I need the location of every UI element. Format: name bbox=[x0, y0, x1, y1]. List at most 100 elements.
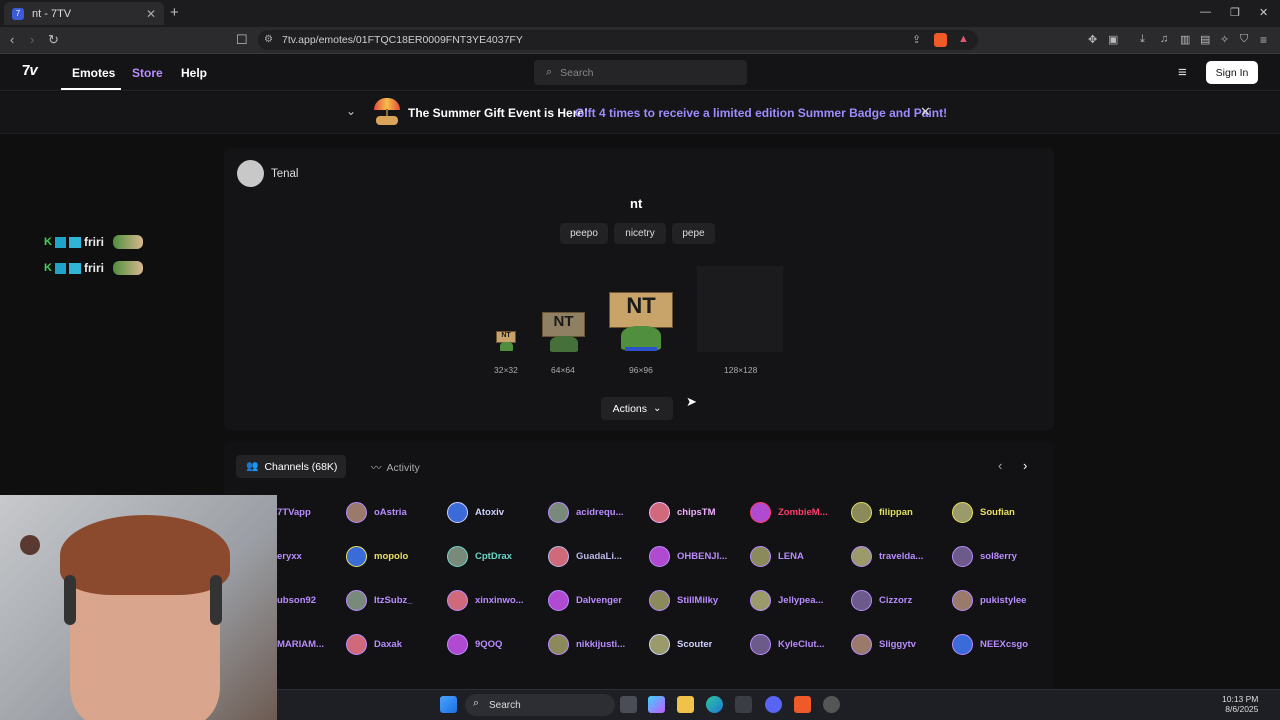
channel-item[interactable]: Jellypea... bbox=[750, 588, 850, 612]
activity-icon: 〰 bbox=[371, 462, 382, 474]
channel-name: StillMilky bbox=[677, 594, 719, 606]
channel-item[interactable]: LENA bbox=[750, 544, 850, 568]
screenshot-icon[interactable]: ▣ bbox=[1108, 33, 1118, 46]
tab-channels[interactable]: 👥 Channels (68K) bbox=[236, 455, 346, 478]
emote-preview-96[interactable]: NT bbox=[609, 292, 673, 352]
channel-item[interactable]: OHBENJI... bbox=[649, 544, 749, 568]
channel-avatar bbox=[750, 501, 771, 523]
nav-store[interactable]: Store bbox=[132, 66, 163, 80]
channel-name: mopolo bbox=[374, 550, 409, 562]
sign-in-button[interactable]: Sign In bbox=[1206, 61, 1258, 84]
owner-name[interactable]: Tenal bbox=[271, 168, 299, 180]
banner-link[interactable]: Gift 4 times to receive a limited editio… bbox=[575, 106, 947, 120]
channel-item[interactable]: acidrequ... bbox=[548, 500, 648, 524]
7tv-logo[interactable]: 7v bbox=[22, 62, 38, 79]
forward-icon[interactable]: › bbox=[30, 32, 34, 47]
hamburger-menu-icon[interactable]: ≡ bbox=[1178, 64, 1187, 81]
nt-sign: NT bbox=[542, 312, 585, 337]
channel-item[interactable]: travelda... bbox=[851, 544, 951, 568]
channel-item[interactable]: mopolo bbox=[346, 544, 446, 568]
close-window-icon[interactable]: ✕ bbox=[1259, 6, 1268, 19]
channel-item[interactable]: StillMilky bbox=[649, 588, 749, 612]
channel-item[interactable]: Daxak bbox=[346, 632, 446, 656]
sidebar-toggle-icon[interactable]: ▥ bbox=[1180, 33, 1190, 46]
channel-item[interactable]: Scouter bbox=[649, 632, 749, 656]
brave-shield-icon[interactable] bbox=[934, 33, 947, 47]
taskbar-clock[interactable]: 10:13 PM 8/6/2025 bbox=[1222, 694, 1258, 714]
emote-preview-32[interactable]: NT bbox=[496, 331, 516, 351]
reload-icon[interactable]: ↻ bbox=[48, 32, 59, 48]
channel-item[interactable]: 9QOQ bbox=[447, 632, 547, 656]
owner-avatar[interactable] bbox=[237, 160, 264, 187]
channel-name: NEEXcsgo bbox=[980, 638, 1029, 650]
new-tab-button[interactable]: + bbox=[170, 4, 179, 21]
windows-start-icon[interactable] bbox=[440, 696, 457, 713]
channel-item[interactable]: sol8erry bbox=[952, 544, 1052, 568]
media-icon[interactable]: ♫ bbox=[1160, 33, 1168, 45]
channel-item[interactable]: nikkijusti... bbox=[548, 632, 648, 656]
taskbar-search[interactable]: Search bbox=[465, 694, 615, 716]
brave-rewards-icon[interactable]: ▲ bbox=[958, 33, 969, 45]
discord-icon[interactable] bbox=[765, 696, 782, 713]
emote-preview-64[interactable]: NT bbox=[542, 312, 585, 352]
maximize-icon[interactable]: ❐ bbox=[1230, 6, 1240, 19]
browser-menu-icon[interactable]: ≡ bbox=[1260, 33, 1267, 47]
file-explorer-icon[interactable] bbox=[677, 696, 694, 713]
prev-page-icon[interactable]: ‹ bbox=[998, 458, 1002, 473]
next-page-icon[interactable]: › bbox=[1023, 458, 1027, 473]
copilot-icon[interactable] bbox=[648, 696, 665, 713]
channel-item[interactable]: Cizzorz bbox=[851, 588, 951, 612]
chevron-down-icon[interactable]: ⌄ bbox=[346, 104, 356, 118]
vpn-icon[interactable]: ⛉ bbox=[1240, 33, 1248, 46]
channel-name: OHBENJI... bbox=[677, 550, 728, 562]
channel-item[interactable]: oAstria bbox=[346, 500, 446, 524]
extensions-icon[interactable]: ✥ bbox=[1088, 33, 1097, 46]
wallet-icon[interactable]: ▤ bbox=[1200, 33, 1210, 46]
channel-item[interactable]: filippan bbox=[851, 500, 951, 524]
brave-icon[interactable] bbox=[794, 696, 811, 713]
tag-peepo[interactable]: peepo bbox=[560, 223, 608, 244]
channel-item[interactable]: chipsTM bbox=[649, 500, 749, 524]
tab-channels-label: Channels (68K) bbox=[264, 460, 338, 473]
close-tab-icon[interactable]: ✕ bbox=[146, 7, 156, 21]
edge-icon[interactable] bbox=[706, 696, 723, 713]
nav-emotes[interactable]: Emotes bbox=[72, 66, 115, 80]
channel-item[interactable]: xinxinwo... bbox=[447, 588, 547, 612]
leo-ai-icon[interactable]: ✧ bbox=[1220, 33, 1229, 46]
channel-avatar bbox=[851, 501, 872, 523]
tab-activity[interactable]: 〰 Activity bbox=[371, 460, 420, 475]
tag-pepe[interactable]: pepe bbox=[672, 223, 715, 244]
channel-name: Sliggytv bbox=[879, 638, 916, 650]
channel-name: CptDrax bbox=[475, 550, 512, 562]
actions-button[interactable]: Actions ⌄ bbox=[601, 397, 673, 420]
minimize-icon[interactable]: — bbox=[1200, 6, 1211, 18]
browser-tab[interactable]: 7 nt - 7TV ✕ bbox=[4, 2, 164, 25]
app-icon[interactable] bbox=[823, 696, 840, 713]
tag-nicetry[interactable]: nicetry bbox=[614, 223, 666, 244]
channel-item[interactable]: KyleClut... bbox=[750, 632, 850, 656]
emote-preview-128[interactable] bbox=[697, 266, 783, 352]
site-info-icon[interactable]: ⚙ bbox=[264, 34, 273, 45]
task-view-icon[interactable] bbox=[620, 696, 637, 713]
store-icon[interactable] bbox=[735, 696, 752, 713]
close-banner-icon[interactable]: ✕ bbox=[920, 104, 931, 120]
channel-item[interactable]: Soufian bbox=[952, 500, 1052, 524]
channel-item[interactable]: NEEXcsgo bbox=[952, 632, 1052, 656]
channel-item[interactable]: Atoxiv bbox=[447, 500, 547, 524]
channel-item[interactable]: ZombieM... bbox=[750, 500, 850, 524]
back-icon[interactable]: ‹ bbox=[10, 32, 14, 47]
nav-help[interactable]: Help bbox=[181, 66, 207, 80]
clock-date: 8/6/2025 bbox=[1225, 704, 1259, 714]
address-bar[interactable]: 7tv.app/emotes/01FTQC18ER0009FNT3YE4037F… bbox=[258, 30, 978, 50]
channel-item[interactable]: ItzSubz_ bbox=[346, 588, 446, 612]
channel-item[interactable]: CptDrax bbox=[447, 544, 547, 568]
bookmark-icon[interactable]: ☐ bbox=[236, 32, 248, 48]
site-search-input[interactable]: ⌕ Search bbox=[534, 60, 747, 85]
channel-item[interactable]: Dalvenger bbox=[548, 588, 648, 612]
share-icon[interactable]: ⇪ bbox=[912, 33, 921, 46]
channel-item[interactable]: Sliggytv bbox=[851, 632, 951, 656]
channel-name: pukistylee bbox=[980, 594, 1027, 606]
channel-item[interactable]: GuadaLi... bbox=[548, 544, 648, 568]
channel-item[interactable]: pukistylee bbox=[952, 588, 1052, 612]
downloads-icon[interactable]: ⤓ bbox=[1140, 33, 1145, 46]
